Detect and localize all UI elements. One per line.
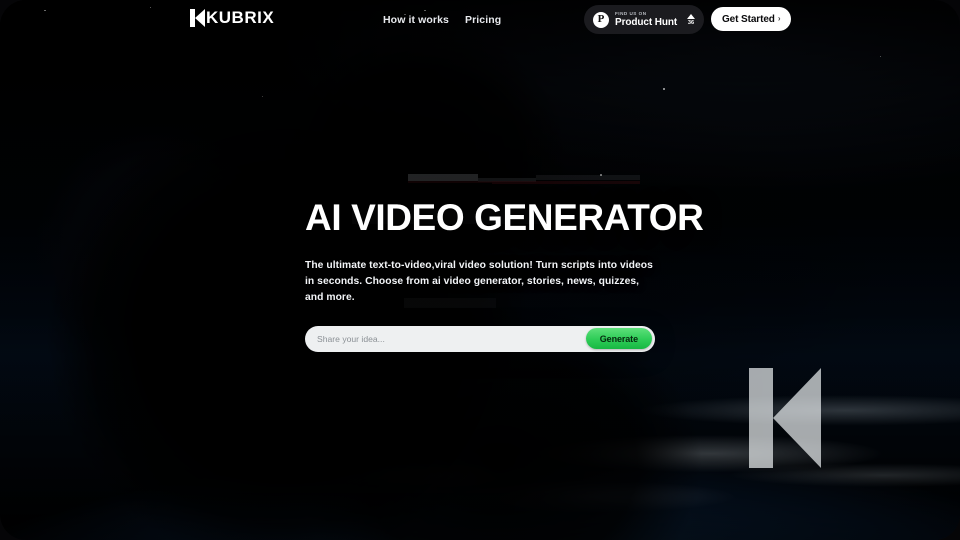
idea-search-bar[interactable]: Generate bbox=[305, 325, 655, 352]
hero-content: AI VIDEO GENERATOR The ultimate text-to-… bbox=[305, 198, 705, 352]
nav-links: How it works Pricing bbox=[383, 14, 501, 26]
page-title: AI VIDEO GENERATOR bbox=[305, 197, 704, 238]
hero-subcopy: The ultimate text-to-video,viral video s… bbox=[305, 259, 653, 303]
caret-up-icon bbox=[687, 13, 695, 19]
product-hunt-text: FIND US ON Product Hunt bbox=[615, 11, 681, 29]
nav-link-how-it-works[interactable]: How it works bbox=[383, 14, 449, 26]
hero-section: KUBRIX How it works Pricing P FIND US ON… bbox=[0, 0, 960, 540]
product-hunt-upvote[interactable]: 36 bbox=[687, 13, 695, 26]
product-hunt-p-icon: P bbox=[593, 11, 609, 28]
upvote-count: 36 bbox=[687, 19, 695, 26]
top-navigation-bar: KUBRIX How it works Pricing P FIND US ON… bbox=[0, 0, 960, 40]
brand-name: KUBRIX bbox=[206, 8, 275, 27]
kubrix-k-mark-icon bbox=[190, 9, 205, 27]
kubrix-k-watermark-icon bbox=[749, 368, 821, 468]
nav-link-pricing[interactable]: Pricing bbox=[465, 14, 501, 26]
brand-logo[interactable]: KUBRIX bbox=[190, 9, 274, 27]
get-started-button[interactable]: Get Started › bbox=[711, 7, 792, 31]
product-hunt-name: Product Hunt bbox=[615, 16, 678, 28]
get-started-label: Get Started bbox=[722, 13, 775, 25]
chevron-right-icon: › bbox=[777, 14, 781, 23]
idea-input[interactable] bbox=[305, 325, 586, 352]
generate-button[interactable]: Generate bbox=[585, 328, 652, 350]
product-hunt-badge[interactable]: P FIND US ON Product Hunt 36 bbox=[584, 5, 704, 34]
